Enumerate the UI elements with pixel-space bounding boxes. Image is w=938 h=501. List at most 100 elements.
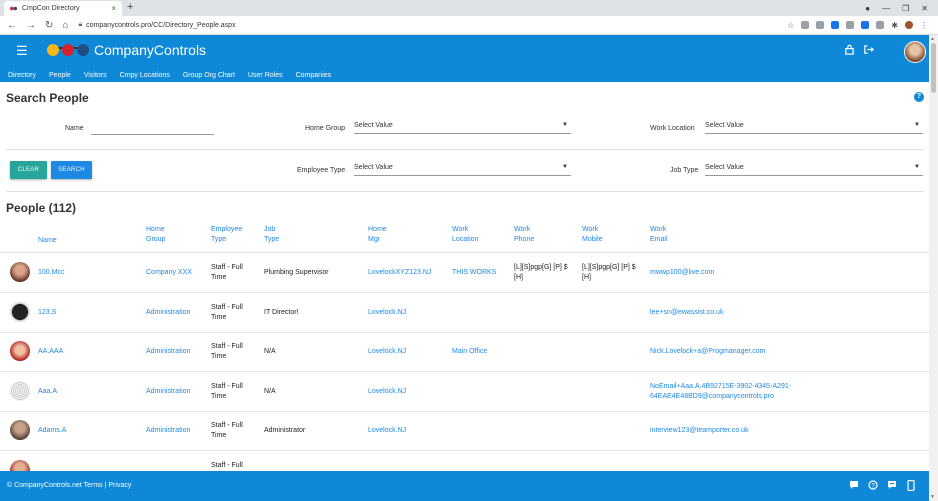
column-header-name[interactable]: Name: [38, 236, 57, 246]
table-row[interactable]: AA.AAA Administration Staff - Full Time N/A L…: [0, 332, 929, 373]
menu-item-companies[interactable]: Companies: [296, 72, 331, 79]
reload-icon[interactable]: ↻: [45, 20, 53, 31]
person-photo[interactable]: [10, 460, 30, 471]
job-type-text: IT Director!: [264, 308, 299, 316]
home-group-link[interactable]: Administration: [146, 426, 190, 436]
column-header-home-group[interactable]: Home Group: [146, 225, 165, 245]
home-icon[interactable]: ⌂: [62, 20, 68, 31]
column-header-work-phone[interactable]: Work Phone: [514, 225, 534, 245]
home-mgr-link[interactable]: Lovelock.NJ: [368, 308, 406, 318]
person-photo[interactable]: [10, 341, 30, 362]
column-header-work-email[interactable]: Work Email: [650, 225, 668, 245]
menu-item-cmpy-locations[interactable]: Cmpy Locations: [120, 72, 170, 79]
brand-name: CompanyControls: [94, 42, 207, 58]
menu-item-people[interactable]: People: [49, 72, 71, 79]
minimize-icon[interactable]: —: [882, 4, 890, 13]
home-group-select[interactable]: Select Value ▼: [354, 122, 571, 134]
person-name-link[interactable]: 100.Mcc: [38, 268, 64, 278]
person-name-link[interactable]: AA.AAA: [38, 347, 63, 357]
person-name-link[interactable]: 123.S: [38, 308, 56, 318]
person-photo[interactable]: [10, 262, 30, 282]
feedback-icon[interactable]: [849, 480, 859, 490]
scrollbar-thumb[interactable]: [931, 43, 936, 93]
work-email-link[interactable]: NoEmail+Aaa.A.4B92715E-3902-4345-A291-: [650, 382, 791, 392]
chat-icon[interactable]: [887, 480, 897, 490]
header-text: Email: [650, 236, 668, 243]
table-row[interactable]: Aaa.A Administration Staff - Full Time N/A Lo…: [0, 372, 929, 412]
logout-icon[interactable]: [863, 44, 874, 55]
forward-icon[interactable]: →: [26, 20, 36, 31]
mobile-icon[interactable]: [907, 480, 915, 491]
column-header-employee-type[interactable]: Employee Type: [211, 225, 242, 245]
menu-item-user-roles[interactable]: User Roles: [248, 72, 283, 79]
scroll-up-icon[interactable]: ▲: [930, 36, 935, 42]
person-name-link[interactable]: Aaa.A: [38, 387, 57, 397]
page-scrollbar[interactable]: ▲ ▼: [929, 35, 938, 501]
lock-icon[interactable]: [844, 44, 855, 55]
work-location-link[interactable]: THIS WORKS: [452, 268, 496, 278]
help-icon[interactable]: ?: [914, 92, 924, 102]
back-icon[interactable]: ←: [7, 20, 17, 31]
extension-icon[interactable]: [861, 21, 870, 29]
job-type-select[interactable]: Select Value ▼: [705, 164, 923, 176]
menu-item-group-org-chart[interactable]: Group Org Chart: [183, 72, 235, 79]
column-header-job-type[interactable]: Job Type: [264, 225, 279, 245]
person-photo[interactable]: [10, 301, 30, 322]
extension-icon[interactable]: [831, 21, 840, 29]
extension-icon[interactable]: [801, 21, 810, 29]
home-group-link[interactable]: Company XXX: [146, 268, 192, 278]
home-group-link[interactable]: Administration: [146, 308, 190, 318]
work-location-link[interactable]: Main Office: [452, 347, 487, 357]
extension-icon[interactable]: [816, 21, 825, 29]
work-email-link[interactable]: Nick.Lovelock+a@Progmanager.com: [650, 347, 765, 357]
footer-text[interactable]: © CompanyControls.net Terms | Privacy: [7, 482, 131, 489]
url-field[interactable]: 🔒︎ companycontrols.pro/CC/Directory_Peop…: [78, 18, 778, 32]
table-row[interactable]: Staff - Full: [0, 451, 929, 471]
maximize-icon[interactable]: ❐: [902, 4, 909, 13]
hamburger-icon[interactable]: ☰: [16, 43, 28, 59]
work-email-link[interactable]: lee+sn@ewassist.co.uk: [650, 308, 723, 318]
employee-type-select[interactable]: Select Value ▼: [354, 164, 571, 176]
person-name-link[interactable]: Adams.A: [38, 426, 66, 436]
profile-menu-icon[interactable]: ●: [865, 4, 870, 13]
menu-item-directory[interactable]: Directory: [8, 72, 36, 79]
home-mgr-link[interactable]: LovelockXYZ123.NJ: [368, 268, 431, 278]
extension-icon[interactable]: [876, 21, 885, 29]
secure-lock-icon[interactable]: 🔒︎: [78, 21, 82, 29]
work-location-select[interactable]: Select Value ▼: [705, 122, 923, 134]
work-mobile-text: [H]: [582, 274, 591, 281]
search-button[interactable]: SEARCH: [51, 161, 92, 179]
home-mgr-link[interactable]: Lovelock.NJ: [368, 387, 406, 397]
person-photo[interactable]: [10, 380, 30, 401]
column-header-work-mobile[interactable]: Work Mobile: [582, 225, 603, 245]
work-email-link[interactable]: interview123@teamporter.co.uk: [650, 426, 749, 436]
menu-item-visitors[interactable]: Visitors: [84, 72, 107, 79]
person-photo[interactable]: [10, 420, 30, 441]
column-header-home-mgr[interactable]: Home Mgr: [368, 225, 387, 245]
bookmark-star-icon[interactable]: ☆: [787, 21, 794, 30]
extension-icon[interactable]: [846, 21, 855, 29]
more-menu-icon[interactable]: ⋮: [920, 21, 928, 30]
home-group-link[interactable]: Administration: [146, 347, 190, 357]
work-email-link[interactable]: 64EAE4E48BD9@companycontrols.pro: [650, 392, 774, 402]
clear-button[interactable]: CLEAR: [10, 161, 47, 179]
help-circle-icon[interactable]: ?: [868, 480, 878, 490]
table-row[interactable]: Adams.A Administration Staff - Full Time Adm…: [0, 411, 929, 452]
close-tab-icon[interactable]: ×: [111, 4, 116, 13]
table-row[interactable]: 123.S Administration Staff - Full Time IT Di…: [0, 293, 929, 333]
name-input[interactable]: [91, 123, 214, 135]
scroll-down-icon[interactable]: ▼: [930, 494, 935, 500]
profile-avatar-icon[interactable]: [905, 21, 913, 29]
work-email-link[interactable]: mwwp100@live.com: [650, 268, 714, 278]
new-tab-button[interactable]: +: [127, 1, 133, 13]
table-row[interactable]: 100.Mcc Company XXX Staff - Full Time Plumbi…: [0, 253, 929, 293]
close-window-icon[interactable]: ✕: [921, 4, 928, 13]
home-mgr-link[interactable]: Lovelock.NJ: [368, 347, 406, 357]
home-mgr-link[interactable]: Lovelock.NJ: [368, 426, 406, 436]
app-logo[interactable]: CompanyControls: [47, 42, 206, 58]
user-avatar[interactable]: [904, 41, 926, 63]
home-group-link[interactable]: Administration: [146, 387, 190, 397]
column-header-work-location[interactable]: Work Location: [452, 225, 478, 245]
extensions-puzzle-icon[interactable]: ✱: [891, 21, 898, 30]
browser-tab[interactable]: CmpCon Directory ×: [4, 1, 122, 16]
